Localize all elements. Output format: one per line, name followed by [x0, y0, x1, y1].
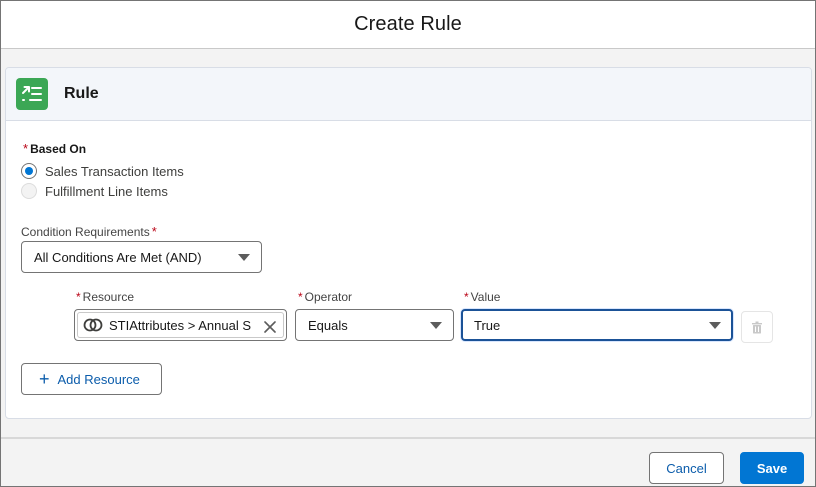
rule-card: Rule * Based On Sales Transaction Items F… [5, 67, 812, 419]
condition-requirements-label-text: Condition Requirements [21, 225, 150, 239]
radio-button-selected[interactable] [21, 163, 37, 179]
chevron-down-icon [238, 254, 250, 261]
card-header: Rule [6, 68, 811, 121]
radio-button-disabled[interactable] [21, 183, 37, 199]
card-title: Rule [64, 85, 99, 102]
cancel-button[interactable]: Cancel [649, 452, 724, 484]
create-rule-modal: Create Rule Rule * Based On Sales Transa… [0, 0, 816, 487]
chevron-down-icon [709, 322, 721, 329]
based-on-label-text: Based On [30, 142, 87, 156]
resource-input[interactable]: STIAttributes > Annual S [74, 309, 287, 341]
resource-pill[interactable]: STIAttributes > Annual S [77, 312, 284, 338]
select-value: Equals [308, 317, 348, 333]
modal-title: Create Rule [354, 13, 462, 35]
trash-icon [752, 321, 762, 333]
save-button[interactable]: Save [740, 452, 804, 484]
value-select[interactable]: True [461, 309, 733, 341]
modal-body: Rule * Based On Sales Transaction Items F… [1, 49, 815, 437]
condition-requirements-select[interactable]: All Conditions Are Met (AND) [21, 241, 262, 273]
radio-label: Sales Transaction Items [45, 163, 184, 179]
value-label: * Value [464, 290, 500, 304]
required-marker: * [76, 290, 81, 304]
add-resource-label: Add Resource [57, 371, 140, 387]
based-on-label: * Based On [23, 141, 86, 156]
operator-label-text: Operator [304, 290, 353, 304]
chevron-down-icon [430, 322, 442, 329]
operator-label: * Operator [298, 290, 352, 304]
modal-footer: Cancel Save [1, 437, 815, 486]
required-marker: * [151, 224, 157, 239]
attribute-link-icon [83, 318, 103, 332]
delete-condition-button[interactable] [741, 311, 773, 343]
resource-pill-label: STIAttributes > Annual S [109, 317, 251, 333]
plus-icon: + [39, 369, 50, 389]
radio-label: Fulfillment Line Items [45, 183, 168, 199]
radio-sales-transaction-items[interactable]: Sales Transaction Items [21, 163, 184, 179]
modal-header: Create Rule [1, 1, 815, 49]
condition-requirements-label: Condition Requirements * [21, 224, 159, 239]
radio-fulfillment-line-items[interactable]: Fulfillment Line Items [21, 183, 168, 199]
resource-label-text: Resource [82, 290, 135, 304]
operator-select[interactable]: Equals [295, 309, 454, 341]
required-marker: * [464, 290, 469, 304]
add-resource-button[interactable]: + Add Resource [21, 363, 162, 395]
rule-list-icon [16, 78, 48, 110]
value-label-text: Value [470, 290, 501, 304]
required-marker: * [23, 141, 29, 156]
select-value: All Conditions Are Met (AND) [34, 249, 202, 265]
required-marker: * [298, 290, 303, 304]
resource-label: * Resource [76, 290, 134, 304]
select-value: True [474, 317, 501, 333]
close-icon[interactable] [262, 319, 278, 335]
